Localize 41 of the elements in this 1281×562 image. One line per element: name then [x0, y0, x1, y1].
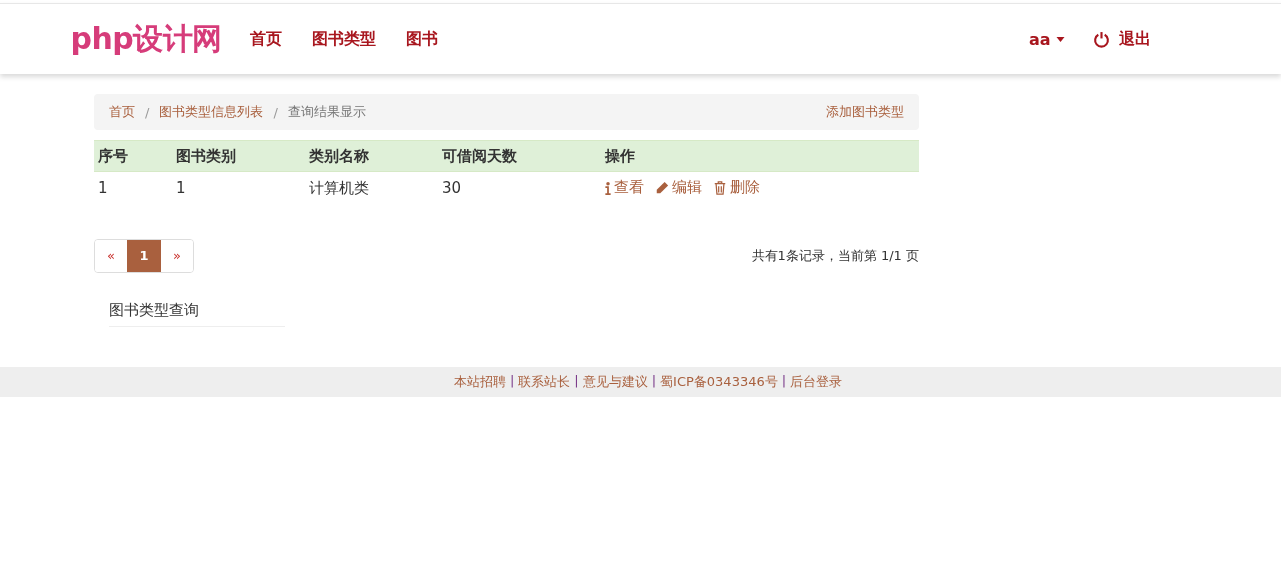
- breadcrumb-separator: /: [273, 104, 278, 120]
- power-icon: [1092, 30, 1110, 48]
- footer-separator: |: [651, 372, 657, 390]
- nav-link[interactable]: 图书: [405, 28, 438, 50]
- add-type-link[interactable]: 添加图书类型: [826, 103, 904, 121]
- info-icon: [605, 180, 611, 195]
- page-button[interactable]: 1: [127, 239, 161, 272]
- footer-link[interactable]: 本站招聘: [453, 372, 506, 391]
- user-menu[interactable]: aa: [1028, 29, 1065, 49]
- footer-link[interactable]: 联系站长: [518, 372, 571, 391]
- table-cell: 1: [172, 171, 305, 205]
- column-header: 操作: [601, 140, 919, 172]
- column-header: 类别名称: [305, 140, 438, 172]
- delete-link[interactable]: 删除: [713, 178, 760, 197]
- column-header: 图书类别: [172, 140, 305, 172]
- breadcrumb-separator: /: [145, 104, 150, 120]
- footer-link[interactable]: 后台登录: [790, 372, 843, 391]
- table-cell: 1: [94, 171, 172, 205]
- footer-separator: |: [574, 372, 579, 390]
- trash-icon: [713, 180, 727, 195]
- view-link[interactable]: 查看: [605, 178, 644, 197]
- breadcrumb-current: 查询结果显示: [287, 103, 366, 121]
- pencil-icon: [655, 180, 669, 195]
- column-header: 序号: [94, 140, 172, 172]
- caret-icon: [1055, 36, 1065, 42]
- column-header: 可借阅天数: [438, 140, 601, 172]
- edit-link[interactable]: 编辑: [655, 178, 702, 197]
- breadcrumb-link[interactable]: 图书类型信息列表: [159, 103, 264, 121]
- nav-link[interactable]: 图书类型: [311, 28, 376, 50]
- record-summary: 共有1条记录，当前第 1/1 页: [751, 246, 919, 265]
- table-cell: 计算机类: [305, 171, 438, 205]
- panel-title: 图书类型查询: [109, 300, 285, 327]
- table-cell: 30: [438, 171, 601, 205]
- logout-link[interactable]: 退出: [1092, 28, 1151, 50]
- footer-separator: |: [781, 372, 787, 390]
- footer-separator: |: [509, 372, 515, 390]
- footer-link[interactable]: 蜀ICP备0343346号: [660, 372, 778, 391]
- breadcrumb-link[interactable]: 首页: [109, 103, 135, 121]
- site-logo[interactable]: php设计网: [70, 18, 222, 60]
- footer-link[interactable]: 意见与建议: [582, 372, 648, 391]
- nav-link[interactable]: 首页: [249, 28, 282, 50]
